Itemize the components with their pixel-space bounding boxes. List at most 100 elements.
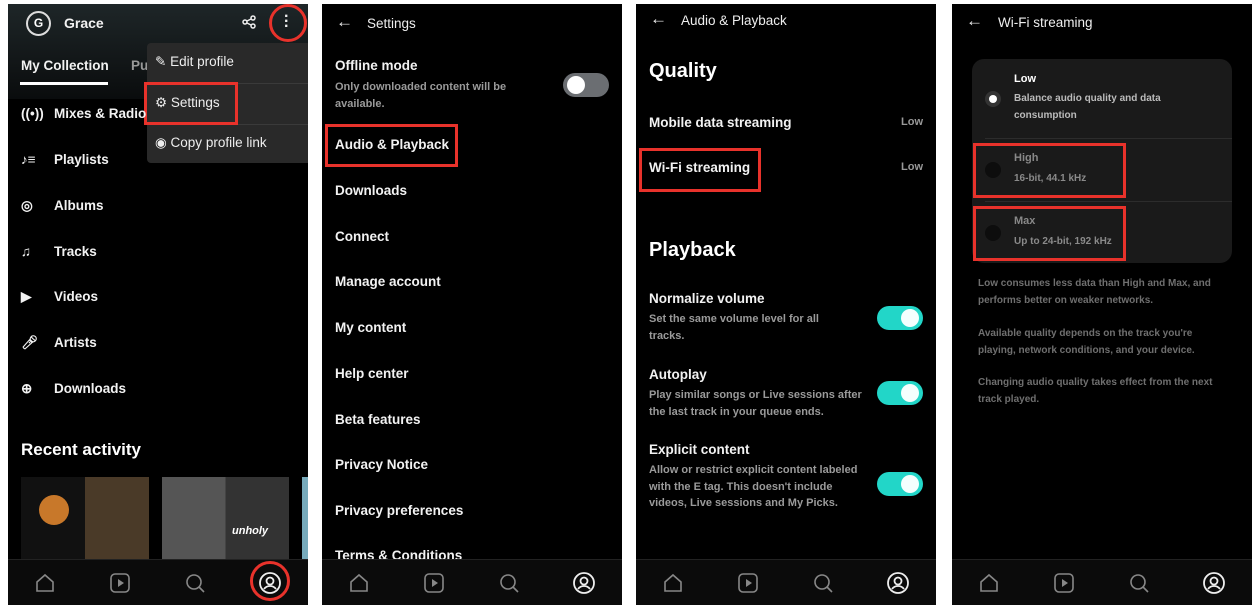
- option-desc: Balance audio quality and data consumpti…: [1014, 93, 1161, 121]
- settings-item-help-center[interactable]: Help center: [335, 366, 409, 381]
- bottom-nav: [636, 559, 936, 605]
- tab-public[interactable]: Pu: [131, 58, 148, 73]
- album-tile[interactable]: [302, 477, 308, 559]
- search-icon[interactable]: [1127, 571, 1151, 595]
- highlight-box: [639, 148, 761, 192]
- audio-playback-screen: ← Audio & Playback Quality Mobile data s…: [636, 4, 936, 605]
- video-icon[interactable]: [736, 571, 760, 595]
- home-icon[interactable]: [33, 571, 57, 595]
- album-art: [39, 495, 69, 525]
- back-arrow-icon[interactable]: ←: [966, 11, 983, 31]
- highlight-box: [144, 82, 238, 125]
- search-icon[interactable]: [811, 571, 835, 595]
- back-arrow-icon[interactable]: ←: [336, 12, 353, 32]
- autoplay-desc: Play similar songs or Live sessions afte…: [649, 389, 862, 418]
- option-divider: [985, 138, 1232, 139]
- settings-item-connect[interactable]: Connect: [335, 229, 389, 244]
- quality-note: Available quality depends on the track y…: [978, 328, 1195, 356]
- back-arrow-icon[interactable]: ←: [650, 9, 667, 29]
- microphone-icon: 🎤︎: [21, 335, 39, 350]
- settings-item-manage-account[interactable]: Manage account: [335, 274, 441, 289]
- profile-icon[interactable]: [886, 571, 910, 595]
- wifi-streaming-value: Low: [901, 161, 923, 173]
- page-title: Settings: [367, 16, 416, 31]
- video-icon[interactable]: [108, 571, 132, 595]
- nav-videos[interactable]: ▶ Videos: [21, 289, 98, 305]
- video-icon: ▶: [21, 289, 32, 304]
- offline-mode-title: Offline mode: [335, 58, 418, 73]
- autoplay-toggle[interactable]: [877, 381, 923, 405]
- highlight-circle: [269, 4, 307, 42]
- settings-screen: ← Settings Offline mode Only downloaded …: [322, 4, 622, 605]
- playlist-icon: ♪≡: [21, 152, 36, 167]
- download-icon: ⊕: [21, 381, 33, 396]
- settings-item-downloads[interactable]: Downloads: [335, 183, 407, 198]
- quality-note: Changing audio quality takes effect from…: [978, 377, 1213, 405]
- radio-icon: ((•)): [21, 106, 44, 121]
- album-tile[interactable]: unholy: [162, 477, 289, 559]
- offline-mode-toggle[interactable]: [563, 73, 609, 97]
- highlight-box: [325, 124, 458, 167]
- normalize-volume-title: Normalize volume: [649, 291, 765, 306]
- page-title: Audio & Playback: [681, 13, 787, 28]
- recent-activity-title: Recent activity: [21, 440, 141, 459]
- home-icon[interactable]: [661, 571, 685, 595]
- search-icon[interactable]: [497, 571, 521, 595]
- profile-icon[interactable]: [572, 571, 596, 595]
- highlight-box: [973, 206, 1126, 261]
- avatar[interactable]: G: [26, 11, 51, 36]
- my-collection-screen: G Grace · · · My Collection Pu ✎ Edit prof…: [8, 4, 308, 605]
- highlight-box: [973, 143, 1126, 198]
- page-title: Wi-Fi streaming: [998, 15, 1093, 30]
- settings-item-privacy-preferences[interactable]: Privacy preferences: [335, 503, 463, 518]
- playback-heading: Playback: [649, 239, 736, 261]
- bottom-nav: [952, 559, 1252, 605]
- menu-item-edit-profile[interactable]: ✎ Edit profile: [155, 54, 234, 70]
- mobile-data-value: Low: [901, 116, 923, 128]
- option-label: Low: [1014, 73, 1036, 85]
- user-name: Grace: [64, 15, 104, 31]
- wifi-streaming-screen: ← Wi-Fi streaming Low Balance audio qual…: [952, 4, 1252, 605]
- nav-tracks[interactable]: ♫ Tracks: [21, 244, 97, 259]
- bottom-nav: [322, 559, 622, 605]
- menu-item-copy-profile-link[interactable]: ◉ Copy profile link: [155, 135, 267, 151]
- nav-mixes-radio[interactable]: ((•)) Mixes & Radio: [21, 106, 146, 121]
- video-icon[interactable]: [422, 571, 446, 595]
- pencil-icon: ✎: [155, 54, 167, 69]
- home-icon[interactable]: [347, 571, 371, 595]
- quality-heading: Quality: [649, 60, 717, 82]
- explicit-content-title: Explicit content: [649, 442, 750, 457]
- quality-note: Low consumes less data than High and Max…: [978, 278, 1211, 306]
- nav-playlists[interactable]: ♪≡ Playlists: [21, 152, 109, 167]
- profile-icon: ◉: [155, 135, 167, 150]
- nav-artists[interactable]: 🎤︎ Artists: [21, 335, 97, 351]
- album-icon: ◎: [21, 198, 33, 213]
- tab-my-collection[interactable]: My Collection: [21, 58, 109, 73]
- radio-selected[interactable]: [985, 91, 1001, 107]
- settings-item-my-content[interactable]: My content: [335, 320, 406, 335]
- video-icon[interactable]: [1052, 571, 1076, 595]
- offline-mode-desc: Only downloaded content will be availabl…: [335, 81, 507, 110]
- explicit-content-toggle[interactable]: [877, 472, 923, 496]
- highlight-circle: [250, 561, 290, 601]
- album-title-text: unholy: [232, 525, 269, 537]
- normalize-volume-toggle[interactable]: [877, 306, 923, 330]
- menu-label: Edit profile: [170, 54, 234, 69]
- explicit-content-desc: Allow or restrict explicit content label…: [649, 464, 858, 509]
- mobile-data-streaming[interactable]: Mobile data streaming: [649, 115, 792, 130]
- profile-icon[interactable]: [1202, 571, 1226, 595]
- option-divider: [985, 201, 1232, 202]
- settings-item-beta-features[interactable]: Beta features: [335, 412, 421, 427]
- menu-label: Copy profile link: [170, 135, 267, 150]
- nav-downloads[interactable]: ⊕ Downloads: [21, 381, 126, 397]
- share-icon[interactable]: [242, 15, 256, 29]
- settings-item-privacy-notice[interactable]: Privacy Notice: [335, 457, 428, 472]
- search-icon[interactable]: [183, 571, 207, 595]
- album-tile[interactable]: [21, 477, 149, 559]
- autoplay-title: Autoplay: [649, 367, 707, 382]
- home-icon[interactable]: [977, 571, 1001, 595]
- normalize-volume-desc: Set the same volume level for all tracks…: [649, 313, 819, 342]
- tab-underline: [20, 82, 108, 85]
- nav-albums[interactable]: ◎ Albums: [21, 198, 104, 214]
- note-icon: ♫: [21, 244, 32, 259]
